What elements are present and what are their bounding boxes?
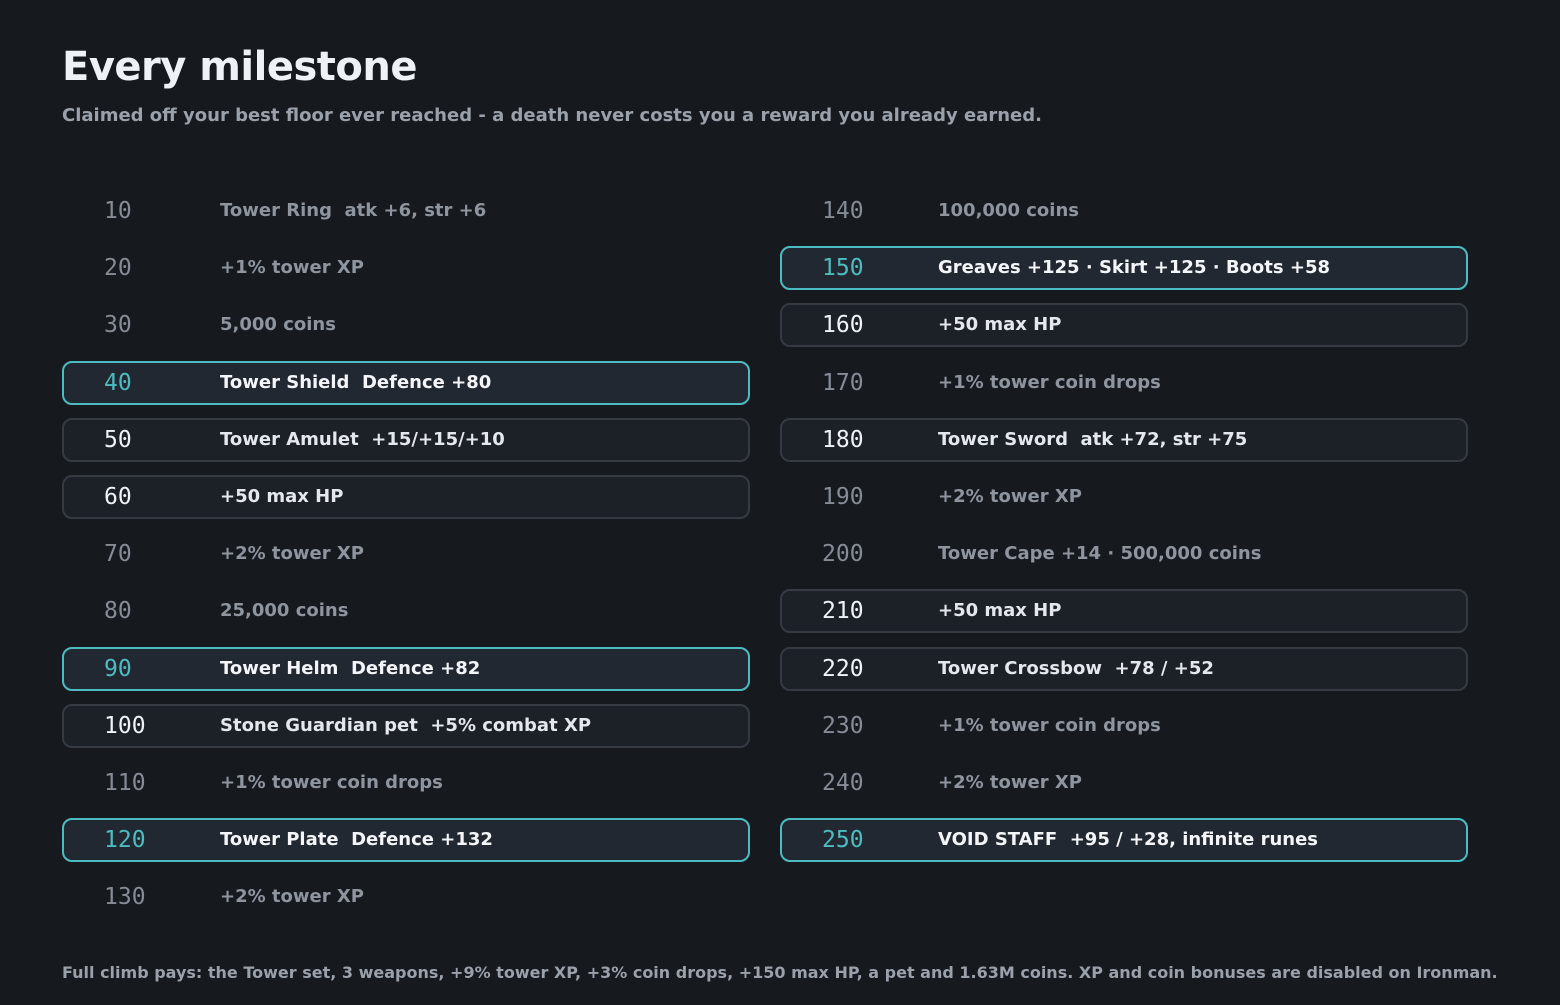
milestone-row-90: 90 Tower Helm Defence +82 (62, 646, 750, 691)
milestone-row-30: 30 5,000 coins (62, 303, 750, 347)
milestone-reward: Tower Amulet +15/+15/+10 (220, 428, 505, 450)
milestone-row-220: 220 Tower Crossbow +78 / +52 (780, 646, 1468, 691)
milestone-reward: Tower Crossbow +78 / +52 (938, 657, 1214, 679)
milestone-floor: 150 (822, 255, 864, 282)
milestone-floor: 40 (104, 369, 132, 396)
milestone-reward: Stone Guardian pet +5% combat XP (220, 714, 592, 736)
milestone-row-10: 10 Tower Ring atk +6, str +6 (62, 189, 750, 233)
milestone-floor: 20 (104, 255, 132, 282)
milestone-reward: +1% tower XP (220, 257, 364, 279)
milestone-reward: 100,000 coins (938, 200, 1079, 221)
milestone-row-180: 180 Tower Sword atk +72, str +75 (780, 417, 1468, 462)
milestone-floor: 210 (822, 598, 864, 625)
milestone-reward: +50 max HP (938, 314, 1062, 336)
milestone-floor: 160 (822, 312, 864, 339)
milestone-row-130: 130 +2% tower XP (62, 875, 750, 919)
milestone-reward: +2% tower XP (220, 886, 364, 908)
milestone-list-right: 140 100,000 coins 150 Greaves +125 · Skirt … (780, 189, 1468, 875)
milestone-reward: 5,000 coins (220, 314, 336, 336)
milestone-floor: 140 (822, 198, 864, 224)
milestone-floor: 240 (822, 769, 864, 796)
milestone-floor: 30 (104, 312, 132, 339)
milestone-floor: 90 (104, 655, 132, 682)
milestone-floor: 120 (104, 827, 146, 854)
milestone-floor: 180 (822, 426, 864, 453)
milestone-floor: 60 (104, 483, 132, 510)
milestone-floor: 50 (104, 426, 132, 453)
milestone-row-50: 50 Tower Amulet +15/+15/+10 (62, 417, 750, 462)
milestone-reward: Tower Helm Defence +82 (220, 657, 481, 679)
milestone-row-170: 170 +1% tower coin drops (780, 361, 1468, 405)
milestone-row-100: 100 Stone Guardian pet +5% combat XP (62, 703, 750, 748)
milestone-floor: 170 (822, 369, 864, 396)
milestone-reward: 25,000 coins (220, 600, 349, 622)
milestone-reward: Tower Sword atk +72, str +75 (938, 428, 1248, 450)
page-title: Every milestone (62, 44, 418, 90)
milestone-row-190: 190 +2% tower XP (780, 475, 1468, 519)
page-subtitle: Claimed off your best floor ever reached… (62, 105, 1042, 126)
milestone-row-120: 120 Tower Plate Defence +132 (62, 818, 750, 863)
milestone-reward: +50 max HP (220, 485, 344, 507)
milestone-reward: Greaves +125 · Skirt +125 · Boots +58 (938, 257, 1331, 279)
milestone-reward: +2% tower XP (938, 771, 1082, 793)
milestone-reward: +1% tower coin drops (938, 371, 1161, 393)
milestone-floor: 100 (104, 712, 146, 739)
milestone-floor: 230 (822, 712, 864, 739)
milestone-row-240: 240 +2% tower XP (780, 761, 1468, 805)
milestone-reward: +2% tower XP (220, 543, 364, 565)
milestone-row-200: 200 Tower Cape +14 · 500,000 coins (780, 532, 1468, 576)
milestone-row-20: 20 +1% tower XP (62, 246, 750, 290)
milestone-floor: 190 (822, 483, 864, 510)
milestone-reward: +2% tower XP (938, 485, 1082, 507)
milestone-row-250: 250 VOID STAFF +95 / +28, infinite runes (780, 818, 1468, 863)
milestone-floor: 130 (104, 884, 146, 911)
milestone-reward: Tower Ring atk +6, str +6 (220, 200, 487, 221)
milestone-floor: 250 (822, 827, 864, 854)
milestone-reward: +1% tower coin drops (220, 771, 443, 793)
milestone-reward: Tower Cape +14 · 500,000 coins (938, 543, 1262, 565)
milestone-row-80: 80 25,000 coins (62, 589, 750, 633)
milestone-list-left: 10 Tower Ring atk +6, str +6 20 +1% tower X… (62, 189, 750, 932)
milestone-floor: 10 (104, 198, 132, 224)
milestone-floor: 80 (104, 598, 132, 625)
milestone-row-140: 140 100,000 coins (780, 189, 1468, 233)
milestone-reward: +1% tower coin drops (938, 714, 1161, 736)
milestone-row-150: 150 Greaves +125 · Skirt +125 · Boots +58 (780, 246, 1468, 291)
milestone-row-70: 70 +2% tower XP (62, 532, 750, 576)
footer-summary: Full climb pays: the Tower set, 3 weapon… (62, 963, 1498, 982)
milestone-reward: +50 max HP (938, 600, 1062, 622)
milestone-row-60: 60 +50 max HP (62, 474, 750, 519)
milestone-row-110: 110 +1% tower coin drops (62, 761, 750, 805)
milestone-reward: Tower Shield Defence +80 (220, 371, 492, 393)
milestone-floor: 200 (822, 541, 864, 568)
milestone-row-160: 160 +50 max HP (780, 303, 1468, 348)
milestone-reward: Tower Plate Defence +132 (220, 829, 493, 851)
milestone-row-210: 210 +50 max HP (780, 589, 1468, 634)
milestone-floor: 110 (104, 769, 146, 796)
milestone-floor: 220 (822, 655, 864, 682)
milestone-row-230: 230 +1% tower coin drops (780, 704, 1468, 748)
milestone-reward: VOID STAFF +95 / +28, infinite runes (938, 829, 1319, 851)
milestone-floor: 70 (104, 541, 132, 568)
milestone-row-40: 40 Tower Shield Defence +80 (62, 360, 750, 405)
